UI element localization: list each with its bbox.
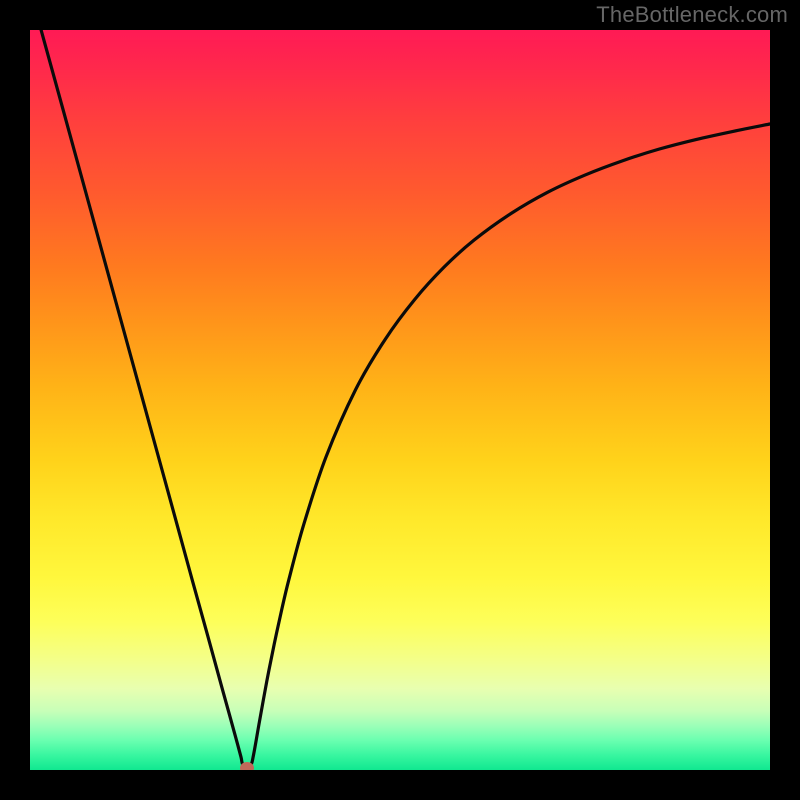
- minimum-marker-dot: [240, 762, 254, 770]
- bottleneck-curve: [30, 30, 770, 770]
- watermark-text: TheBottleneck.com: [596, 2, 788, 28]
- chart-frame: TheBottleneck.com: [0, 0, 800, 800]
- plot-area: [30, 30, 770, 770]
